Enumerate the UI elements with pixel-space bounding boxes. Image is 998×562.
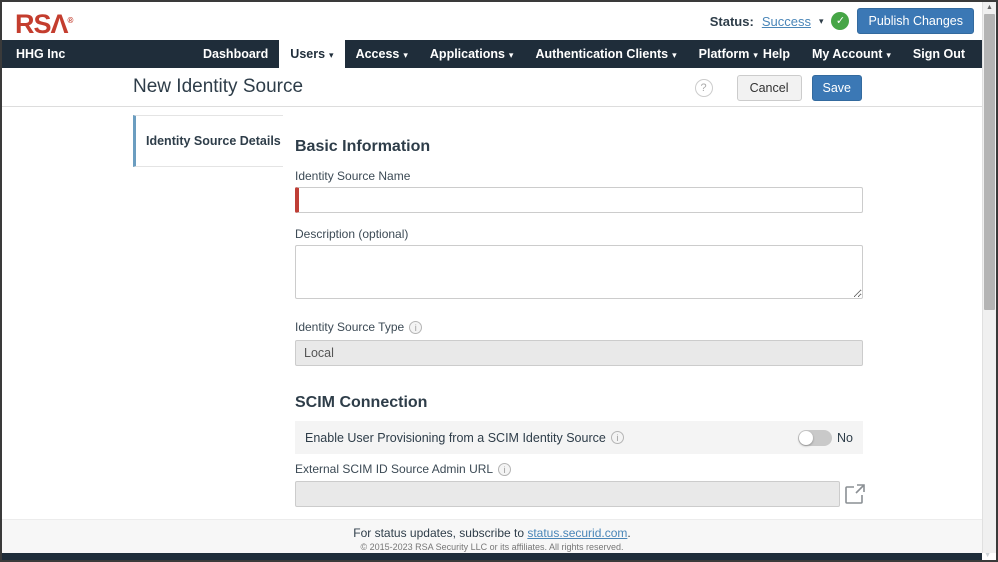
org-name: HHG Inc xyxy=(16,47,66,61)
chevron-down-icon xyxy=(672,41,677,69)
nav-item-applications[interactable]: Applications xyxy=(419,40,525,68)
rsa-logo-text: RSΛ xyxy=(15,9,69,39)
vertical-scrollbar[interactable] xyxy=(982,2,996,553)
app-window: RSΛ® Status: Success Publish Changes HHG… xyxy=(0,0,998,562)
nav-item-help[interactable]: Help xyxy=(752,40,801,68)
identity-source-name-input[interactable] xyxy=(295,187,863,213)
status-chevron-down-icon[interactable] xyxy=(819,16,824,27)
footer-status-line: For status updates, subscribe to status.… xyxy=(353,526,631,540)
registered-mark: ® xyxy=(67,16,74,25)
sidebar-item-identity-source-details[interactable]: Identity Source Details xyxy=(133,115,283,167)
description-textarea[interactable] xyxy=(295,245,863,299)
page-title: New Identity Source xyxy=(133,76,304,97)
nav-item-sign-out[interactable]: Sign Out xyxy=(902,40,976,68)
scim-connection-heading: SCIM Connection xyxy=(295,394,428,411)
main-navbar: HHG Inc Dashboard Users Access Applicati… xyxy=(2,40,982,68)
status-link[interactable]: Success xyxy=(762,14,811,29)
external-link-icon[interactable] xyxy=(844,483,866,505)
chevron-down-icon xyxy=(509,41,514,69)
page-header: New Identity Source Cancel Save xyxy=(2,68,982,107)
scim-toggle-wrap: No xyxy=(798,429,853,446)
nav-item-users[interactable]: Users xyxy=(279,40,345,69)
nav-item-authentication-clients[interactable]: Authentication Clients xyxy=(524,40,687,68)
toggle-state-label: No xyxy=(837,430,853,445)
publish-changes-button[interactable]: Publish Changes xyxy=(857,8,974,34)
rsa-logo: RSΛ® xyxy=(15,6,73,39)
status-label: Status: xyxy=(709,13,754,29)
chevron-down-icon xyxy=(329,41,334,69)
basic-information-heading: Basic Information xyxy=(295,138,431,155)
scroll-down-icon[interactable] xyxy=(984,552,991,559)
scim-provisioning-toggle[interactable] xyxy=(798,429,833,446)
nav-right: Help My Account Sign Out xyxy=(752,40,976,68)
scrollbar-thumb[interactable] xyxy=(984,14,995,310)
footer: For status updates, subscribe to status.… xyxy=(2,519,982,553)
scroll-up-icon[interactable] xyxy=(983,2,996,14)
topbar-right: Status: Success Publish Changes xyxy=(710,2,974,40)
bottom-bar xyxy=(2,553,982,560)
nav-item-access[interactable]: Access xyxy=(345,40,419,68)
scim-url-label: External SCIM ID Source Admin URL xyxy=(295,462,512,476)
chevron-down-icon xyxy=(886,41,891,69)
info-icon[interactable] xyxy=(498,462,512,476)
cancel-button[interactable]: Cancel xyxy=(736,74,802,101)
toggle-knob xyxy=(799,430,814,445)
help-icon[interactable] xyxy=(694,78,713,97)
topbar: RSΛ® Status: Success Publish Changes xyxy=(2,2,982,40)
info-icon[interactable] xyxy=(610,431,624,444)
chevron-down-icon xyxy=(403,41,408,69)
status-securid-link[interactable]: status.securid.com xyxy=(527,526,627,540)
save-button[interactable]: Save xyxy=(811,74,862,101)
identity-source-type-label: Identity Source Type xyxy=(295,320,423,334)
footer-copyright: © 2015-2023 RSA Security LLC or its affi… xyxy=(360,542,624,552)
identity-source-name-label: Identity Source Name xyxy=(295,169,411,183)
header-actions: Cancel Save xyxy=(694,68,862,107)
page: RSΛ® Status: Success Publish Changes HHG… xyxy=(2,2,982,560)
scim-toggle-label: Enable User Provisioning from a SCIM Ide… xyxy=(305,431,624,445)
nav-item-dashboard[interactable]: Dashboard xyxy=(192,40,279,68)
nav-main: Dashboard Users Access Applications Auth… xyxy=(192,40,769,68)
info-icon[interactable] xyxy=(409,320,423,334)
success-check-icon xyxy=(831,12,850,30)
identity-source-type-input xyxy=(295,340,863,366)
description-label: Description (optional) xyxy=(295,227,409,241)
nav-item-my-account[interactable]: My Account xyxy=(801,40,902,68)
scim-url-input xyxy=(295,481,840,507)
scim-toggle-row: Enable User Provisioning from a SCIM Ide… xyxy=(295,421,863,454)
